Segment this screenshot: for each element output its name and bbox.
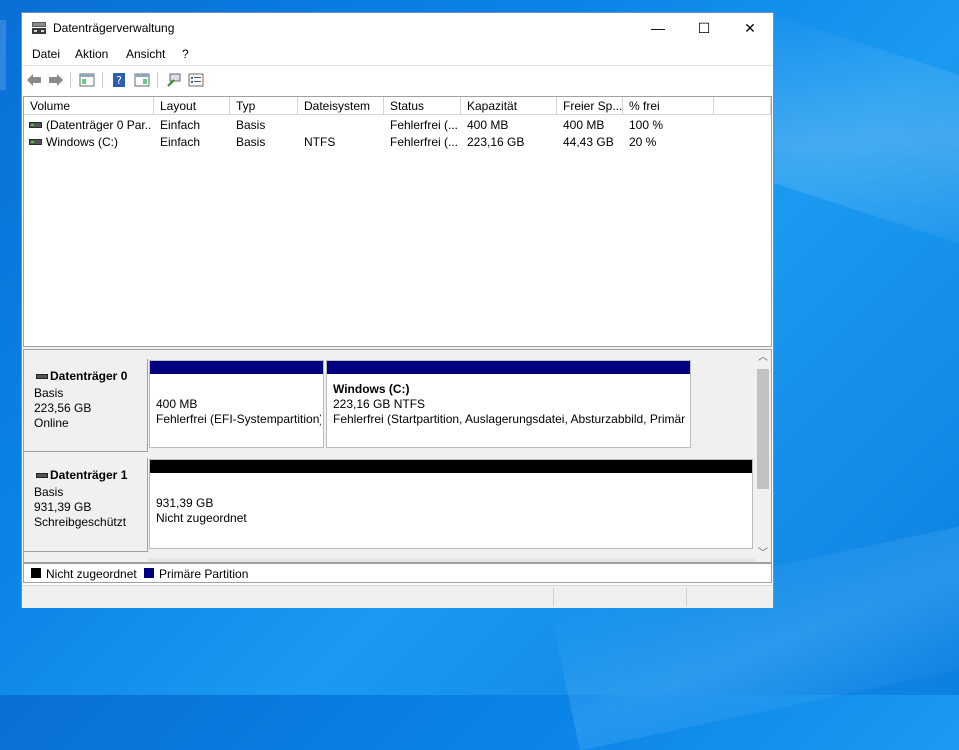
partition-windows-title: Windows (C:): [333, 382, 410, 396]
horizontal-scrollbar[interactable]: [148, 558, 755, 562]
col-header-dateisystem[interactable]: Dateisystem: [298, 97, 384, 115]
legend-unallocated: Nicht zugeordnet: [46, 567, 137, 581]
col-header-layout[interactable]: Layout: [154, 97, 230, 115]
show-hide-console-tree-icon[interactable]: [79, 72, 95, 88]
cell-volume: (Datenträger 0 Par...: [46, 118, 152, 132]
close-button[interactable]: ✕: [727, 13, 773, 43]
properties-icon[interactable]: [134, 72, 150, 88]
partition-unallocated-status: Nicht zugeordnet: [156, 511, 247, 525]
partition-unallocated-size: 931,39 GB: [156, 496, 214, 510]
partition-windows-size: 223,16 GB NTFS: [333, 397, 426, 411]
col-header-kapazitaet[interactable]: Kapazität: [461, 97, 557, 115]
drive-icon: [29, 139, 42, 145]
scroll-thumb[interactable]: [757, 369, 769, 489]
disk-icon: [36, 374, 48, 379]
cell-status: Fehlerfrei (...: [390, 118, 459, 132]
legend-swatch-unallocated: [31, 568, 41, 578]
desktop-edge: [0, 20, 6, 90]
scroll-down-icon[interactable]: ﹀: [755, 546, 771, 562]
partition-efi-size: 400 MB: [156, 397, 198, 411]
drive-icon: [29, 122, 42, 128]
help-icon[interactable]: ?: [111, 72, 127, 88]
cell-kapazitaet: 223,16 GB: [467, 135, 525, 149]
disk-view[interactable]: Datenträger 0 Basis 223,56 GB Online 400…: [23, 349, 772, 563]
partition-bar-primary: [150, 361, 323, 374]
disk-1-name: Datenträger 1: [50, 468, 128, 482]
cell-volume: Windows (C:): [46, 135, 119, 149]
menu-help[interactable]: ?: [182, 47, 189, 61]
menu-datei[interactable]: Datei: [32, 47, 60, 61]
partition-bar-primary: [327, 361, 690, 374]
partition-bar-unallocated: [150, 460, 752, 473]
menu-aktion[interactable]: Aktion: [75, 47, 108, 61]
disk-icon: [36, 473, 48, 478]
cell-frei: 44,43 GB: [563, 135, 614, 149]
partition-unallocated[interactable]: 931,39 GB Nicht zugeordnet: [149, 459, 753, 549]
scroll-up-icon[interactable]: ︿: [755, 350, 771, 366]
partition-windows-status: Fehlerfrei (Startpartition, Auslagerungs…: [333, 412, 686, 426]
disk-0-name: Datenträger 0: [50, 369, 128, 383]
col-header-typ[interactable]: Typ: [230, 97, 298, 115]
cell-layout: Einfach: [160, 118, 201, 132]
disk-1-label[interactable]: Datenträger 1 Basis 931,39 GB Schreibges…: [24, 458, 148, 552]
disk-management-window: Datenträgerverwaltung — ☐ ✕ Datei Aktion…: [21, 12, 774, 608]
disk-0-size: 223,56 GB: [34, 401, 92, 415]
disk-0-type: Basis: [34, 386, 64, 400]
window-title: Datenträgerverwaltung: [53, 21, 175, 35]
vertical-scrollbar[interactable]: ︿ ﹀: [755, 350, 771, 562]
title-bar[interactable]: Datenträgerverwaltung — ☐ ✕: [22, 13, 773, 43]
col-header-volume[interactable]: Volume: [24, 97, 154, 115]
status-bar: [22, 585, 773, 608]
menu-ansicht[interactable]: Ansicht: [126, 47, 165, 61]
maximize-button[interactable]: ☐: [681, 13, 727, 43]
legend: Nicht zugeordnet Primäre Partition: [23, 563, 772, 583]
disk-1-partitions: 931,39 GB Nicht zugeordnet: [148, 458, 755, 552]
table-row[interactable]: (Datenträger 0 Par... Einfach Basis Fehl…: [24, 117, 771, 134]
legend-swatch-primary: [144, 568, 154, 578]
legend-primary: Primäre Partition: [159, 567, 249, 581]
cell-dateisystem: NTFS: [304, 135, 336, 149]
cell-frei: 400 MB: [563, 118, 605, 132]
minimize-button[interactable]: —: [635, 13, 681, 43]
cell-kapazitaet: 400 MB: [467, 118, 509, 132]
col-header-status[interactable]: Status: [384, 97, 461, 115]
cell-layout: Einfach: [160, 135, 201, 149]
table-row[interactable]: Windows (C:) Einfach Basis NTFS Fehlerfr…: [24, 134, 771, 151]
disk-management-icon: [32, 22, 46, 34]
forward-arrow-icon[interactable]: [48, 72, 64, 88]
col-header-freier-speicher[interactable]: Freier Sp...: [557, 97, 623, 115]
cell-prozent: 20 %: [629, 135, 657, 149]
partition-windows-c[interactable]: Windows (C:) 223,16 GB NTFS Fehlerfrei (…: [326, 360, 691, 448]
cell-typ: Basis: [236, 135, 266, 149]
disk-1-state: Schreibgeschützt: [34, 515, 127, 529]
back-arrow-icon[interactable]: [26, 72, 42, 88]
menu-bar: Datei Aktion Ansicht ?: [22, 43, 773, 65]
list-view-icon[interactable]: [188, 72, 204, 88]
col-header-empty: [714, 97, 771, 115]
col-header-prozent-frei[interactable]: % frei: [623, 97, 714, 115]
cell-typ: Basis: [236, 118, 266, 132]
svg-text:?: ?: [116, 74, 122, 87]
connect-icon[interactable]: [166, 72, 182, 88]
toolbar: ?: [22, 65, 773, 94]
cell-prozent: 100 %: [629, 118, 664, 132]
disk-0-state: Online: [34, 416, 69, 430]
cell-status: Fehlerfrei (...: [390, 135, 459, 149]
disk-0-partitions: 400 MB Fehlerfrei (EFI-Systempartition) …: [148, 359, 695, 452]
partition-efi[interactable]: 400 MB Fehlerfrei (EFI-Systempartition): [149, 360, 324, 448]
partition-efi-status: Fehlerfrei (EFI-Systempartition): [156, 412, 321, 426]
disk-0-label[interactable]: Datenträger 0 Basis 223,56 GB Online: [24, 359, 148, 452]
disk-1-type: Basis: [34, 485, 64, 499]
disk-1-size: 931,39 GB: [34, 500, 92, 514]
volume-list[interactable]: Volume Layout Typ Dateisystem Status Kap…: [23, 96, 772, 347]
